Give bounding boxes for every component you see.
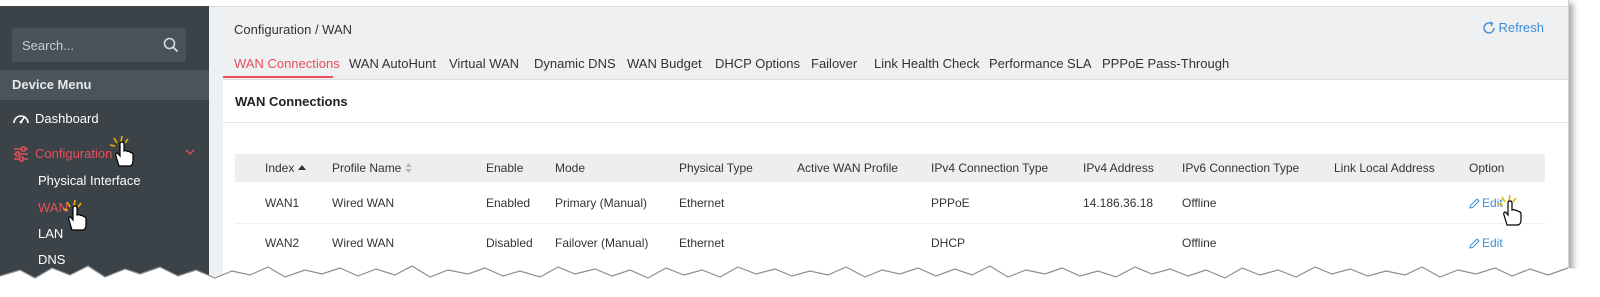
sort-ascending-icon[interactable] bbox=[298, 165, 307, 170]
cell-ipv4-address: 14.186.36.18 bbox=[1083, 196, 1154, 210]
panel-title: WAN Connections bbox=[235, 94, 348, 109]
tab-virtual-wan[interactable]: Virtual WAN bbox=[449, 56, 519, 71]
column-header-index[interactable]: Index bbox=[265, 161, 307, 175]
column-header-profile-name[interactable]: Profile Name bbox=[332, 161, 413, 175]
hand-cursor-icon bbox=[109, 136, 134, 167]
refresh-icon bbox=[1483, 21, 1496, 34]
cell-profile-name: Wired WAN bbox=[332, 236, 395, 250]
refresh-label: Refresh bbox=[1498, 20, 1544, 35]
search-icon[interactable] bbox=[162, 36, 180, 54]
column-header-ipv4-address: IPv4 Address bbox=[1083, 161, 1154, 175]
sidebar-item-label: Dashboard bbox=[35, 111, 99, 126]
sidebar: Device Menu Dashboard Configuration bbox=[0, 6, 209, 290]
edit-button[interactable]: Edit bbox=[1469, 236, 1503, 250]
device-menu-header: Device Menu bbox=[0, 70, 209, 100]
tab-pppoe-pass-through[interactable]: PPPoE Pass-Through bbox=[1102, 56, 1229, 71]
sidebar-item-configuration[interactable]: Configuration bbox=[0, 141, 209, 167]
sidebar-subitem-lan[interactable]: LAN bbox=[38, 226, 63, 241]
divider bbox=[223, 122, 1568, 123]
table-row: WAN1 Wired WAN Enabled Primary (Manual) … bbox=[235, 184, 1545, 222]
search-input[interactable] bbox=[12, 28, 162, 62]
tab-wan-autohunt[interactable]: WAN AutoHunt bbox=[349, 56, 436, 71]
column-header-mode: Mode bbox=[555, 161, 586, 175]
cell-enable: Enabled bbox=[486, 196, 531, 210]
column-header-option: Option bbox=[1469, 161, 1505, 175]
tab-dynamic-dns[interactable]: Dynamic DNS bbox=[534, 56, 616, 71]
sidebar-subitem-physical-interface[interactable]: Physical Interface bbox=[38, 173, 141, 188]
column-header-label: Index bbox=[265, 161, 295, 175]
tab-link-health-check[interactable]: Link Health Check bbox=[874, 56, 980, 71]
breadcrumb: Configuration / WAN bbox=[234, 22, 353, 37]
cell-enable: Disabled bbox=[486, 236, 533, 250]
cell-ipv4-connection-type: DHCP bbox=[931, 236, 966, 250]
tab-performance-sla[interactable]: Performance SLA bbox=[989, 56, 1092, 71]
column-header-link-local-address: Link Local Address bbox=[1334, 161, 1435, 175]
active-tab-indicator bbox=[223, 76, 333, 78]
cell-mode: Failover (Manual) bbox=[555, 236, 649, 250]
hand-cursor-icon bbox=[62, 200, 87, 231]
tab-wan-connections[interactable]: WAN Connections bbox=[234, 56, 340, 71]
sort-icon[interactable] bbox=[405, 163, 413, 173]
table-header: Index Profile Name Enable Mode Physical … bbox=[235, 154, 1545, 182]
torn-edge-decoration bbox=[0, 265, 1600, 297]
cell-ipv6-connection-type: Offline bbox=[1182, 236, 1217, 250]
sidebar-item-label: Configuration bbox=[35, 146, 113, 161]
column-header-ipv6-connection-type: IPv6 Connection Type bbox=[1182, 161, 1300, 175]
column-header-ipv4-connection-type: IPv4 Connection Type bbox=[931, 161, 1049, 175]
cell-mode: Primary (Manual) bbox=[555, 196, 648, 210]
dashboard-icon bbox=[13, 115, 29, 124]
search-box bbox=[12, 28, 186, 62]
hand-cursor-icon bbox=[1497, 195, 1522, 226]
sliders-icon bbox=[14, 146, 28, 162]
sidebar-item-dashboard[interactable]: Dashboard bbox=[0, 106, 209, 132]
column-header-enable: Enable bbox=[486, 161, 524, 175]
tab-dhcp-options[interactable]: DHCP Options bbox=[715, 56, 800, 71]
edit-label: Edit bbox=[1482, 236, 1503, 250]
cell-ipv6-connection-type: Offline bbox=[1182, 196, 1217, 210]
chevron-down-icon[interactable] bbox=[185, 147, 195, 157]
tab-wan-budget[interactable]: WAN Budget bbox=[627, 56, 702, 71]
cell-physical-type: Ethernet bbox=[679, 236, 725, 250]
column-header-active-wan-profile: Active WAN Profile bbox=[797, 161, 898, 175]
column-header-label: Profile Name bbox=[332, 161, 402, 175]
pencil-icon bbox=[1469, 198, 1480, 209]
cell-ipv4-connection-type: PPPoE bbox=[931, 196, 970, 210]
cell-index: WAN2 bbox=[265, 236, 300, 250]
cell-profile-name: Wired WAN bbox=[332, 196, 395, 210]
main-content: Configuration / WAN Refresh WAN Connecti… bbox=[209, 6, 1568, 290]
refresh-button[interactable]: Refresh bbox=[1482, 20, 1544, 35]
column-header-physical-type: Physical Type bbox=[679, 161, 753, 175]
table-row: WAN2 Wired WAN Disabled Failover (Manual… bbox=[235, 223, 1545, 262]
device-menu-label: Device Menu bbox=[12, 77, 92, 92]
tab-failover[interactable]: Failover bbox=[811, 56, 857, 71]
cell-physical-type: Ethernet bbox=[679, 196, 725, 210]
pencil-icon bbox=[1469, 238, 1480, 249]
app-window: Device Menu Dashboard Configuration bbox=[0, 0, 1569, 290]
cell-index: WAN1 bbox=[265, 196, 300, 210]
